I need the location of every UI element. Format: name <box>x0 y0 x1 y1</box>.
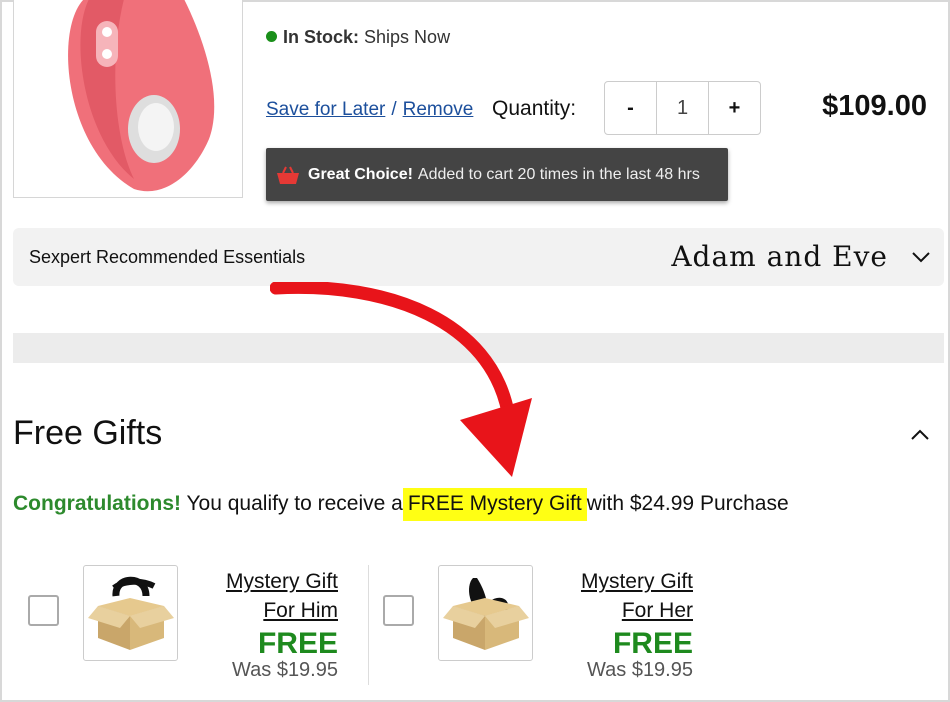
gift-checkbox[interactable] <box>383 595 414 626</box>
item-price: $109.00 <box>822 90 927 122</box>
gift-option-her: Mystery Gift For Her FREE Was $19.95 <box>383 565 713 685</box>
stock-value: Ships Now <box>364 27 451 47</box>
qualify-text: You qualify to receive a <box>186 492 403 515</box>
cart-item-links: Save for Later / Remove <box>266 99 473 121</box>
toast-bold-text: Great Choice! <box>308 165 413 183</box>
quantity-label: Quantity: <box>492 97 577 120</box>
gift-name-link[interactable]: Mystery Gift <box>581 570 693 594</box>
gift-image[interactable] <box>83 565 178 661</box>
toast-text: Added to cart 20 times in the last 48 hr… <box>417 165 700 183</box>
congrats-text: Congratulations! <box>13 492 181 515</box>
link-separator: / <box>391 99 397 120</box>
gift-checkbox[interactable] <box>28 595 59 626</box>
purchase-threshold-text: with $24.99 Purchase <box>586 492 789 515</box>
gift-divider <box>368 565 369 685</box>
gift-price: FREE <box>257 627 338 660</box>
gift-image[interactable] <box>438 565 533 661</box>
gift-qualification-message: Congratulations! You qualify to receive … <box>13 488 789 521</box>
brand-logo: Adam and Eve <box>671 240 888 273</box>
gift-name-link[interactable]: Mystery Gift <box>226 570 338 594</box>
quantity-decrease-button[interactable]: - <box>605 82 656 134</box>
gift-price: FREE <box>612 627 693 660</box>
popularity-toast: Great Choice! Added to cart 20 times in … <box>266 148 728 201</box>
stock-status: In Stock: Ships Now <box>266 27 450 48</box>
essentials-accordion[interactable]: Sexpert Recommended Essentials Adam and … <box>13 228 944 286</box>
save-for-later-link[interactable]: Save for Later <box>266 99 385 120</box>
remove-link[interactable]: Remove <box>403 99 474 120</box>
basket-icon <box>277 166 299 184</box>
gift-was-price: Was $19.95 <box>232 659 338 681</box>
in-stock-dot-icon <box>266 31 277 42</box>
quantity-value[interactable]: 1 <box>656 82 709 134</box>
essentials-label: Sexpert Recommended Essentials <box>29 247 306 267</box>
gift-was-price: Was $19.95 <box>587 659 693 681</box>
gift-name-link-line2[interactable]: For Him <box>263 599 338 623</box>
chevron-up-icon[interactable] <box>908 423 932 447</box>
quantity-stepper: - 1 + <box>604 81 761 135</box>
quantity-increase-button[interactable]: + <box>709 82 760 134</box>
highlighted-offer: FREE Mystery Gift <box>402 488 587 521</box>
product-image[interactable] <box>13 0 243 198</box>
red-arrow-icon <box>270 282 532 477</box>
chevron-down-icon[interactable] <box>910 246 932 268</box>
gift-name-link-line2[interactable]: For Her <box>622 599 693 623</box>
free-gifts-title: Free Gifts <box>13 414 163 452</box>
stock-label: In Stock: <box>283 27 360 47</box>
gift-option-him: Mystery Gift For Him FREE Was $19.95 <box>28 565 358 685</box>
